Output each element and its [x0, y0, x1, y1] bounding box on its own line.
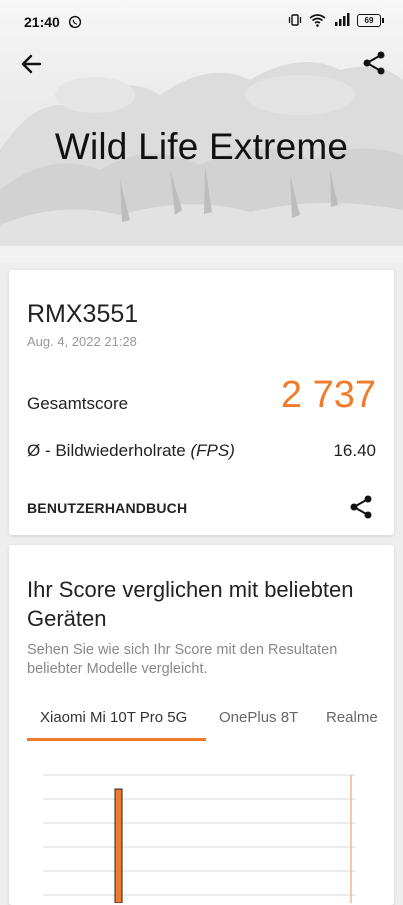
fps-unit: (FPS): [190, 441, 235, 460]
share-icon[interactable]: [361, 50, 387, 76]
wifi-icon: [309, 14, 326, 27]
battery-icon: 69: [357, 13, 384, 27]
user-manual-link[interactable]: BENUTZERHANDBUCH: [27, 500, 187, 516]
chart-bar: [114, 788, 123, 903]
tab-oneplus-8t[interactable]: OnePlus 8T: [219, 709, 298, 726]
share-icon[interactable]: [348, 494, 374, 520]
fps-value: 16.40: [333, 441, 376, 460]
back-arrow-icon[interactable]: [18, 50, 46, 78]
total-score-label: Gesamtscore: [27, 394, 129, 413]
whatsapp-icon: [68, 15, 81, 29]
result-date: Aug. 4, 2022 21:28: [27, 334, 137, 349]
fps-label-text: Ø - Bildwiederholrate: [27, 441, 191, 460]
tab-realme[interactable]: Realme: [326, 709, 378, 726]
device-name: RMX3551: [27, 300, 139, 328]
result-card: RMX3551 Aug. 4, 2022 21:28 Gesamtscore 2…: [9, 270, 394, 535]
fps-label: Ø - Bildwiederholrate (FPS): [27, 441, 235, 461]
battery-level: 69: [364, 15, 374, 25]
comparison-card: Ihr Score verglichen mit beliebten Gerät…: [9, 545, 394, 905]
device-tabs: Xiaomi Mi 10T Pro 5G OnePlus 8T Realme: [9, 703, 394, 739]
comparison-subtitle: Sehen Sie wie sich Ihr Score mit den Res…: [27, 642, 338, 677]
chart-gridlines: [43, 774, 355, 896]
status-bar: 21:40 69: [0, 0, 403, 44]
total-score-value: 2 737: [280, 374, 376, 416]
benchmark-title: Wild Life Extreme: [54, 126, 349, 167]
signal-icon: [335, 13, 350, 26]
comparison-title: Ihr Score verglichen mit beliebten Gerät…: [27, 577, 354, 631]
tab-xiaomi-mi-10t-pro[interactable]: Xiaomi Mi 10T Pro 5G: [40, 709, 187, 726]
vibrate-icon: [288, 14, 302, 26]
status-time: 21:40: [24, 14, 60, 30]
active-tab-indicator: [27, 738, 206, 741]
comparison-chart: [43, 774, 355, 903]
